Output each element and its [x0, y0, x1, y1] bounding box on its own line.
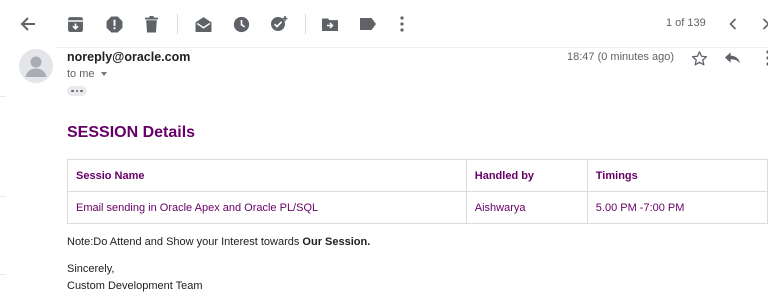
sender-email[interactable]: noreply@oracle.com — [67, 50, 190, 64]
column-header-timings: Timings — [586, 159, 768, 192]
message-toolbar: 1 of 139 — [0, 0, 768, 48]
column-header-session-name: Sessio Name — [67, 159, 467, 192]
add-task-icon[interactable] — [267, 12, 291, 36]
table-header-row: Sessio Name Handled by Timings — [67, 159, 768, 192]
column-header-handled-by: Handled by — [465, 159, 588, 192]
session-table: Sessio Name Handled by Timings Email sen… — [67, 159, 768, 224]
star-icon[interactable] — [689, 48, 709, 68]
attendance-note: Note:Do Attend and Show your Interest to… — [67, 236, 370, 248]
back-arrow-icon[interactable] — [16, 12, 40, 36]
reply-icon[interactable] — [722, 48, 742, 68]
delete-icon[interactable] — [139, 12, 163, 36]
caret-down-icon — [100, 72, 107, 77]
toolbar-divider — [177, 14, 178, 34]
mark-unread-icon[interactable] — [191, 12, 215, 36]
closing-line: Sincerely, — [67, 263, 115, 275]
labels-icon[interactable] — [356, 12, 380, 36]
more-vert-icon[interactable] — [390, 12, 414, 36]
cell-timings: 5.00 PM -7:00 PM — [586, 191, 768, 224]
archive-icon[interactable] — [63, 12, 87, 36]
note-text: Note:Do Attend and Show your Interest to… — [67, 236, 303, 248]
signature-line: Custom Development Team — [67, 280, 203, 292]
toolbar-divider — [305, 14, 306, 34]
person-icon — [25, 56, 47, 77]
next-chevron-icon[interactable] — [754, 12, 768, 36]
cell-handled-by: Aishwarya — [465, 191, 588, 224]
table-row: Email sending in Oracle Apex and Oracle … — [67, 191, 768, 224]
left-edge-rule — [0, 196, 6, 197]
left-edge-rule — [0, 96, 6, 97]
recipient-label: to me — [67, 68, 95, 80]
left-edge-rule — [0, 274, 6, 275]
pager-count: 1 of 139 — [666, 17, 706, 29]
move-to-icon[interactable] — [318, 12, 342, 36]
more-vert-icon[interactable] — [758, 48, 768, 68]
snooze-icon[interactable] — [229, 12, 253, 36]
note-emphasis: Our Session. — [302, 236, 371, 248]
message-timestamp: 18:47 (0 minutes ago) — [567, 51, 675, 63]
sender-avatar[interactable] — [19, 49, 53, 83]
prev-chevron-icon[interactable] — [721, 12, 745, 36]
recipient-details-toggle[interactable]: to me — [67, 68, 107, 80]
show-trimmed-content-button[interactable] — [67, 86, 87, 96]
session-title: SESSION Details — [67, 124, 196, 141]
cell-session-name: Email sending in Oracle Apex and Oracle … — [67, 191, 467, 224]
report-spam-icon[interactable] — [102, 12, 126, 36]
toolbar-divider-line — [56, 47, 768, 48]
